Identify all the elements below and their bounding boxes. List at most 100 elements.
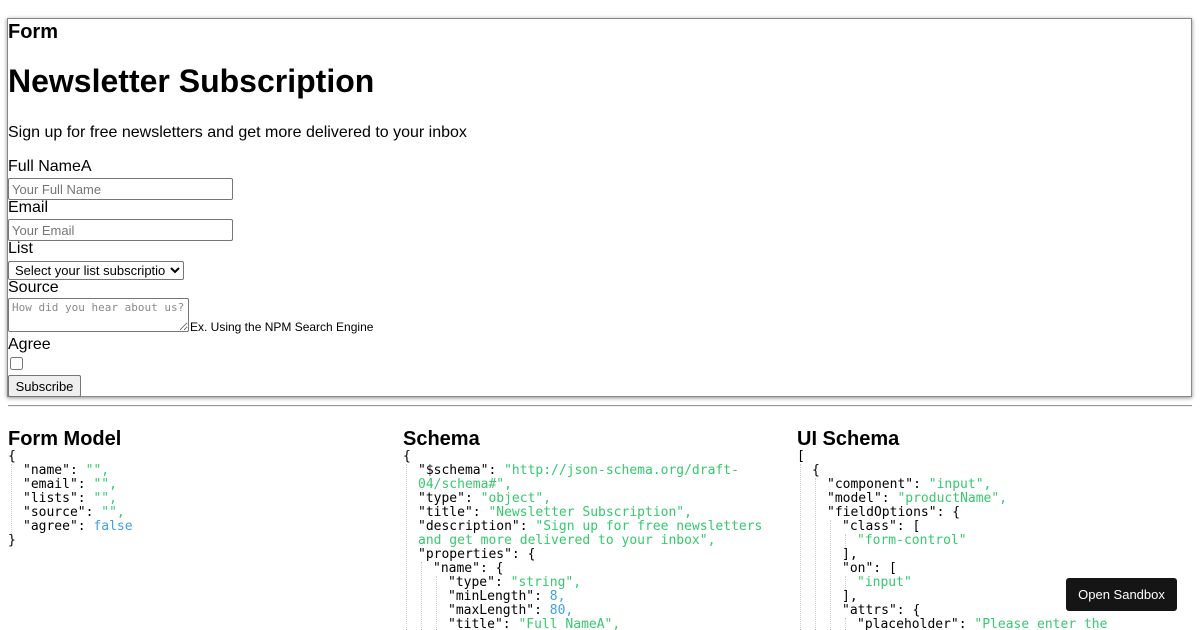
code-value: "", xyxy=(85,463,110,478)
code-value: "input" xyxy=(857,575,912,590)
code-line: } xyxy=(8,534,388,548)
code-line: "class": [ xyxy=(797,520,1192,534)
code-line: "title": "Newsletter Subscription", xyxy=(403,506,795,520)
code-value: 04/schema#", xyxy=(418,477,512,492)
code-value: "", xyxy=(101,505,125,520)
schema-panel: Schema {"$schema": "http://json-schema.o… xyxy=(403,428,795,630)
code-value: "", xyxy=(93,477,117,492)
code-value: 80, xyxy=(549,603,574,618)
form-model-title: Form Model xyxy=(8,428,122,450)
code-line: "maxLength": 80, xyxy=(403,604,795,618)
open-sandbox-button[interactable]: Open Sandbox xyxy=(1066,578,1177,611)
code-token: "placeholder": xyxy=(857,617,975,630)
code-token: "model": xyxy=(827,491,898,506)
code-line: "model": "productName", xyxy=(797,492,1192,506)
code-token: } xyxy=(8,533,16,548)
code-value: "Newsletter Subscription", xyxy=(488,505,692,520)
code-line: 04/schema#", xyxy=(403,478,795,492)
code-line: "agree": false xyxy=(8,520,388,534)
code-line: "type": "object", xyxy=(403,492,795,506)
list-label: List xyxy=(8,240,33,257)
form-model-code: {"name": "", "email": "", "lists": "", "sou… xyxy=(8,450,388,548)
code-token: { xyxy=(403,449,411,464)
source-label: Source xyxy=(8,279,59,296)
code-line: "source": "", xyxy=(8,506,388,520)
full-name-label: Full NameA xyxy=(8,158,92,175)
code-value: "", xyxy=(93,491,117,506)
code-line: "form-control" xyxy=(797,534,1192,548)
code-token: "email": xyxy=(23,477,94,492)
code-token: ], xyxy=(842,547,858,562)
code-token: "lists": xyxy=(23,491,94,506)
divider xyxy=(8,405,1192,407)
code-line: "name": { xyxy=(403,562,795,576)
indent-guide xyxy=(830,520,831,630)
code-line: "type": "string", xyxy=(403,576,795,590)
code-token: "agree": xyxy=(23,519,94,534)
code-line: "$schema": "http://json-schema.org/draft… xyxy=(403,464,795,478)
indent-guide xyxy=(845,534,846,548)
code-value: "productName", xyxy=(897,491,1008,506)
code-line: [ xyxy=(797,450,1192,464)
code-line: "minLength": 8, xyxy=(403,590,795,604)
code-token: "maxLength": xyxy=(448,603,550,618)
code-value: "Full NameA", xyxy=(518,617,621,630)
form-title: Newsletter Subscription xyxy=(8,63,375,99)
code-token: "class": [ xyxy=(842,519,921,534)
code-line: "name": "", xyxy=(8,464,388,478)
indent-guide xyxy=(800,464,801,630)
code-value: "Please enter the xyxy=(974,617,1108,630)
code-token: "type": xyxy=(448,575,511,590)
code-value: "string", xyxy=(510,575,582,590)
code-token: { xyxy=(8,449,16,464)
code-line: "properties": { xyxy=(403,548,795,562)
code-token: [ xyxy=(797,449,805,464)
source-hint: Ex. Using the NPM Search Engine xyxy=(190,320,374,334)
code-value: "object", xyxy=(480,491,552,506)
code-token: "attrs": { xyxy=(842,603,921,618)
code-token: "$schema": xyxy=(418,463,505,478)
schema-title: Schema xyxy=(403,428,480,450)
code-value: "http://json-schema.org/draft- xyxy=(504,463,739,478)
form-description: Sign up for free newsletters and get mor… xyxy=(8,124,467,141)
form-panel: Form Newsletter Subscription Sign up for… xyxy=(7,18,1192,397)
code-line: "email": "", xyxy=(8,478,388,492)
code-token: "component": xyxy=(827,477,929,492)
indent-guide xyxy=(11,464,12,534)
code-line: "lists": "", xyxy=(8,492,388,506)
source-textarea[interactable] xyxy=(8,298,189,332)
code-token: ], xyxy=(842,589,858,604)
form-panel-heading: Form xyxy=(8,21,58,43)
code-token: "on": [ xyxy=(842,561,897,576)
ui-schema-title: UI Schema xyxy=(797,428,900,450)
code-value: and get more delivered to your inbox", xyxy=(418,533,716,548)
code-value: false xyxy=(93,519,133,534)
email-input[interactable] xyxy=(8,219,233,241)
code-token: "type": xyxy=(418,491,481,506)
indent-guide xyxy=(815,478,816,630)
indent-guide xyxy=(845,618,846,630)
full-name-input[interactable] xyxy=(8,178,233,200)
code-token: "title": xyxy=(418,505,489,520)
email-label: Email xyxy=(8,199,49,216)
code-line: { xyxy=(797,464,1192,478)
code-token: "minLength": xyxy=(448,589,550,604)
code-value: "Sign up for free newsletters xyxy=(535,519,763,534)
form-model-panel: Form Model {"name": "", "email": "", "list… xyxy=(8,428,388,630)
code-token: "properties": { xyxy=(418,547,536,562)
code-line: { xyxy=(403,450,795,464)
subscribe-button[interactable]: Subscribe xyxy=(8,375,81,397)
list-select[interactable]: Select your list subscription xyxy=(8,261,184,280)
code-value: "form-control" xyxy=(857,533,967,548)
code-token: "source": xyxy=(23,505,102,520)
code-line: "placeholder": "Please enter the xyxy=(797,618,1192,630)
code-token: "title": xyxy=(448,617,519,630)
code-line: "on": [ xyxy=(797,562,1192,576)
code-token: "fieldOptions": { xyxy=(827,505,961,520)
code-token: "name": { xyxy=(433,561,504,576)
code-token: { xyxy=(812,463,820,478)
agree-checkbox[interactable] xyxy=(10,357,23,370)
code-value: "input", xyxy=(928,477,992,492)
agree-label: Agree xyxy=(8,336,51,353)
code-line: "component": "input", xyxy=(797,478,1192,492)
